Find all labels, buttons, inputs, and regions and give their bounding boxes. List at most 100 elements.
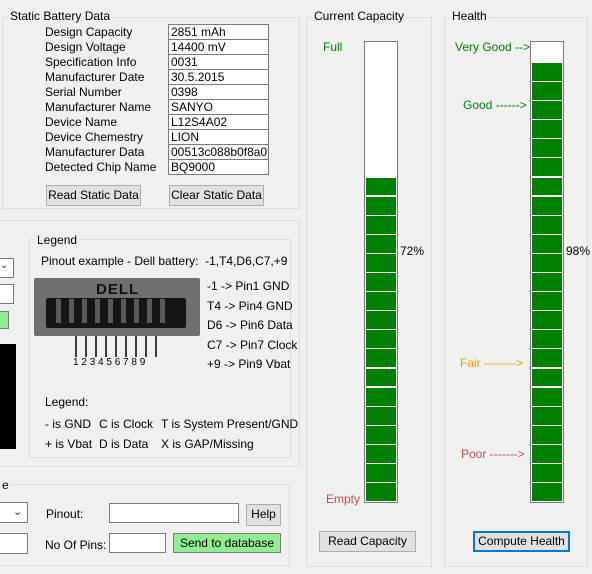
database-dropdown[interactable]: ⌄ [0,502,28,523]
compute-health-button[interactable]: Compute Health [473,531,570,552]
health-segment [532,387,562,406]
health-segment [532,273,562,291]
no-of-pins-label: No Of Pins: [45,538,107,552]
static-row-value: 2851 mAh [168,24,269,40]
health-segment [532,406,562,425]
health-percent: 98% [566,244,591,258]
static-row-label: Design Capacity [45,25,133,39]
capacity-segment [366,330,396,349]
capacity-bar-fill [365,171,397,502]
health-segment [532,311,562,330]
database-text-input[interactable] [0,533,28,554]
static-row-label: Specification Info [45,55,137,69]
static-row-value: 14400 mV [168,39,269,55]
no-of-pins-input[interactable] [109,533,166,553]
key-vbat: + is Vbat [45,437,93,451]
pin-map-item: T4 -> Pin4 GND [207,298,293,313]
health-bar [530,41,564,503]
health-segment [532,368,562,387]
key-system-present: T is System Present/GND [161,417,299,431]
left-dropdown[interactable]: ⌄ [0,258,14,278]
key-gap: X is GAP/Missing [161,437,254,451]
pinout-label: Pinout: [46,507,84,521]
capacity-segment [366,311,396,330]
chevron-down-icon: ⌄ [13,506,23,518]
help-button[interactable]: Help [246,504,281,526]
health-segment [532,483,562,501]
health-segment [532,177,562,196]
static-row-value: 0398 [168,84,269,100]
read-capacity-button[interactable]: Read Capacity [319,531,416,552]
current-capacity-title: Current Capacity [312,9,407,23]
health-segment [532,120,562,139]
database-title-partial: e [0,478,11,492]
capacity-segment [366,215,396,234]
capacity-segment [366,349,396,368]
pinout-example-text: Pinout example - Dell battery: -1,T4,D6,… [41,254,288,268]
key-gnd: - is GND [45,417,91,431]
health-segment [532,215,562,234]
capacity-segment [366,368,396,387]
health-segment [532,464,562,482]
health-segment [532,425,562,444]
health-segment [532,158,562,177]
capacity-bar [364,41,398,503]
pin-map-item: -1 -> Pin1 GND [207,279,290,293]
static-row-label: Device Chemestry [45,130,144,144]
health-very-good-label: Very Good --> [455,40,531,54]
capacity-segment [366,292,396,310]
static-row-value: LION [168,129,269,145]
static-row-value: 30.5.2015 [168,69,269,85]
capacity-empty-label: Empty [326,492,361,506]
health-segment [532,82,562,100]
key-data: D is Data [99,437,149,451]
health-good-label: Good ------> [463,98,527,112]
capacity-full-label: Full [323,40,343,54]
dell-connector-image: DELL [34,278,200,336]
capacity-segment [366,464,396,482]
health-segment [532,234,562,253]
static-row-label: Design Voltage [45,40,126,54]
capacity-segment [366,273,396,291]
static-row-value: L12S4A02 [168,114,269,130]
left-text-input[interactable] [0,284,14,304]
clear-static-data-button[interactable]: Clear Static Data [169,185,264,206]
health-segment [532,330,562,349]
health-segment [532,196,562,215]
chevron-down-icon: ⌄ [0,260,9,271]
health-segment [532,444,562,463]
read-static-data-button[interactable]: Read Static Data [46,185,141,206]
health-title: Health [450,9,489,23]
health-segment [532,292,562,310]
legend-heading: Legend: [45,395,89,409]
capacity-segment [366,234,396,253]
capacity-segment [366,425,396,444]
capacity-segment [366,196,396,215]
pin-map-item: C7 -> Pin7 Clock [207,337,298,352]
static-row-label: Device Name [45,115,118,129]
capacity-segment [366,177,396,196]
left-status-indicator [0,311,9,329]
static-row-label: Manufacturer Name [45,100,152,114]
static-row-label: Serial Number [45,85,122,99]
health-bar-fill [531,51,563,502]
capacity-segment [366,444,396,463]
static-row-value: 0031 [168,54,269,70]
health-fair-label: Fair --------> [460,356,523,370]
static-battery-title: Static Battery Data [8,9,113,23]
capacity-segment [366,406,396,425]
health-segment [532,139,562,158]
capacity-segment [366,483,396,501]
pin-number-labels: 1 2 3 4 5 6 7 8 9 [73,357,146,368]
health-segment [532,101,562,119]
capacity-percent: 72% [400,244,425,258]
pinout-input[interactable] [109,503,239,523]
pin-map-item: +9 -> Pin9 Vbat [207,357,291,371]
left-console-box [0,344,16,449]
static-row-value: SANYO [168,99,269,115]
key-clock: C is Clock [99,417,154,431]
health-segment [532,253,562,272]
pin-map-item: D6 -> Pin6 Data [207,318,293,332]
send-to-database-button[interactable]: Send to database [173,533,281,553]
static-row-label: Detected Chip Name [45,160,157,174]
